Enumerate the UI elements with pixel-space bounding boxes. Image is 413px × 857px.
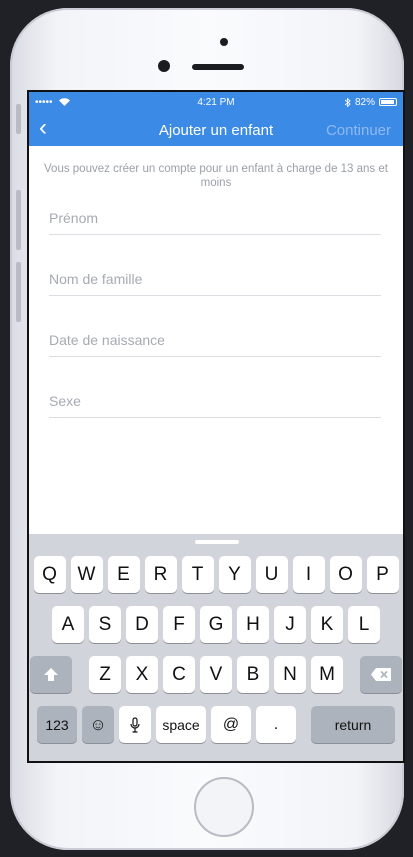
last-name-input[interactable] xyxy=(49,271,381,287)
microphone-key[interactable] xyxy=(119,706,151,743)
key-f[interactable]: F xyxy=(163,606,195,643)
key-n[interactable]: N xyxy=(274,656,306,693)
key-g[interactable]: G xyxy=(200,606,232,643)
birthdate-input[interactable] xyxy=(49,332,381,348)
info-text: Vous pouvez créer un compte pour un enfa… xyxy=(44,163,388,189)
key-z[interactable]: Z xyxy=(89,656,121,693)
keyboard: Q W E R T Y U I O P A S D F G H J K L Z … xyxy=(29,534,403,761)
numbers-key[interactable]: 123 xyxy=(37,706,77,743)
sensor-icon xyxy=(220,38,228,46)
battery-percent: 82% xyxy=(354,96,375,108)
key-j[interactable]: J xyxy=(274,606,306,643)
key-r[interactable]: R xyxy=(144,556,177,593)
period-key[interactable]: . xyxy=(256,706,296,743)
key-s[interactable]: S xyxy=(89,606,121,643)
screen: ••••• 4:21 PM 82% ‹ Ajouter un enfant Co… xyxy=(27,90,405,763)
space-key[interactable]: space xyxy=(156,706,206,743)
first-name-field-row xyxy=(49,190,381,235)
first-name-input[interactable] xyxy=(49,210,381,226)
volume-down-button xyxy=(16,262,21,322)
last-name-field-row xyxy=(49,235,381,296)
key-v[interactable]: V xyxy=(200,656,232,693)
mute-switch xyxy=(16,104,21,134)
home-button[interactable] xyxy=(194,777,254,837)
delete-icon xyxy=(371,668,391,681)
shift-key[interactable] xyxy=(30,656,72,693)
front-camera-icon xyxy=(158,60,170,72)
key-e[interactable]: E xyxy=(107,556,140,593)
key-o[interactable]: O xyxy=(329,556,362,593)
key-x[interactable]: X xyxy=(126,656,158,693)
key-w[interactable]: W xyxy=(70,556,103,593)
key-l[interactable]: L xyxy=(348,606,380,643)
key-m[interactable]: M xyxy=(311,656,343,693)
continue-button[interactable]: Continuer xyxy=(326,122,391,139)
at-key[interactable]: @ xyxy=(211,706,251,743)
keyboard-row-1: Q W E R T Y U I O P xyxy=(29,556,403,593)
key-b[interactable]: B xyxy=(237,656,269,693)
delete-key[interactable] xyxy=(360,656,402,693)
sex-field-row xyxy=(49,357,381,418)
shift-icon xyxy=(44,668,58,681)
key-d[interactable]: D xyxy=(126,606,158,643)
key-a[interactable]: A xyxy=(52,606,84,643)
earpiece-speaker xyxy=(192,64,244,70)
volume-up-button xyxy=(16,190,21,250)
sex-input[interactable] xyxy=(49,393,381,409)
birthdate-field-row xyxy=(49,296,381,357)
key-p[interactable]: P xyxy=(366,556,399,593)
key-u[interactable]: U xyxy=(255,556,288,593)
return-key[interactable]: return xyxy=(311,706,395,743)
battery-icon xyxy=(379,98,397,106)
keyboard-handle[interactable] xyxy=(195,540,239,544)
emoji-key[interactable]: ☺ xyxy=(82,706,114,743)
key-y[interactable]: Y xyxy=(218,556,251,593)
keyboard-row-3: Z X C V B N M xyxy=(29,656,403,693)
microphone-icon xyxy=(130,716,140,733)
key-q[interactable]: Q xyxy=(33,556,66,593)
status-bar: ••••• 4:21 PM 82% xyxy=(29,92,403,112)
key-k[interactable]: K xyxy=(311,606,343,643)
status-right: 82% xyxy=(344,96,397,108)
key-h[interactable]: H xyxy=(237,606,269,643)
key-i[interactable]: I xyxy=(292,556,325,593)
key-c[interactable]: C xyxy=(163,656,195,693)
keyboard-row-4: 123 ☺ space @ . return xyxy=(29,706,403,743)
bluetooth-icon xyxy=(344,97,351,107)
navigation-bar: ‹ Ajouter un enfant Continuer xyxy=(29,112,403,146)
keyboard-row-2: A S D F G H J K L xyxy=(29,606,403,643)
key-t[interactable]: T xyxy=(181,556,214,593)
